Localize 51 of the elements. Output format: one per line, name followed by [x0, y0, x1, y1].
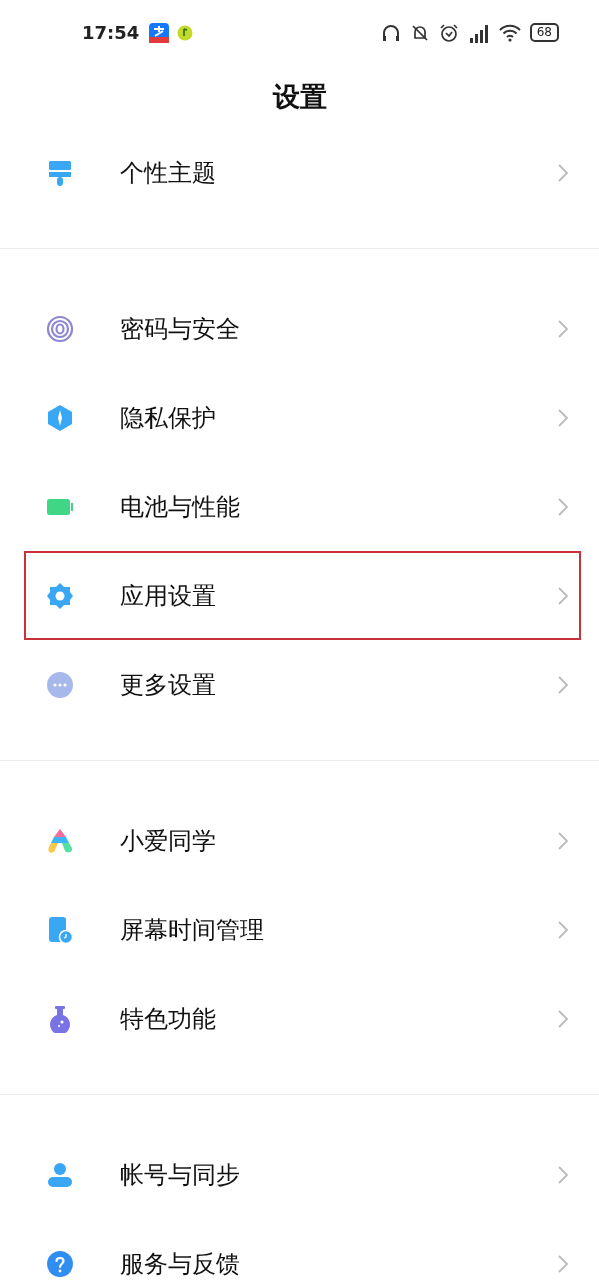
- help-icon: [46, 1249, 74, 1278]
- chevron-right-icon: [557, 496, 569, 517]
- item-label: 帐号与同步: [120, 1159, 241, 1191]
- bell-off-icon: [409, 22, 430, 43]
- settings-item[interactable]: 电池与性能: [24, 462, 581, 551]
- settings-item[interactable]: 特色功能: [24, 974, 581, 1063]
- settings-item[interactable]: 隐私保护: [24, 373, 581, 462]
- chevron-right-icon: [557, 407, 569, 428]
- highlighted-settings-item[interactable]: 应用设置: [24, 551, 581, 640]
- brush-icon: [46, 158, 74, 187]
- item-label: 电池与性能: [120, 491, 241, 523]
- item-label: 服务与反馈: [120, 1248, 241, 1280]
- more-icon: [46, 670, 74, 699]
- settings-item[interactable]: 屏幕时间管理: [24, 885, 581, 974]
- headphones-icon: [380, 22, 401, 43]
- chevron-right-icon: [557, 1008, 569, 1029]
- chevron-right-icon: [557, 585, 569, 606]
- wifi-icon: [498, 23, 521, 42]
- battery-level: 68: [529, 23, 559, 42]
- fingerprint-icon: [46, 314, 74, 343]
- settings-item[interactable]: 个性主题: [24, 128, 581, 217]
- alarm-icon: [438, 22, 459, 43]
- settings-item[interactable]: 小爱同学: [24, 796, 581, 885]
- chevron-right-icon: [557, 830, 569, 851]
- signal-icon: [467, 22, 490, 43]
- status-time: 17:54: [82, 22, 140, 43]
- gear-icon: [46, 581, 74, 610]
- item-label: 个性主题: [120, 157, 217, 189]
- settings-item[interactable]: 密码与安全: [24, 284, 581, 373]
- chevron-right-icon: [557, 919, 569, 940]
- item-label: 更多设置: [120, 669, 217, 701]
- item-label: 密码与安全: [120, 313, 241, 345]
- chevron-right-icon: [557, 1164, 569, 1185]
- chevron-right-icon: [557, 1253, 569, 1274]
- item-label: 隐私保护: [120, 402, 217, 434]
- chevron-right-icon: [557, 674, 569, 695]
- chevron-right-icon: [557, 318, 569, 339]
- item-label: 小爱同学: [120, 825, 217, 857]
- settings-item[interactable]: 帐号与同步: [24, 1130, 581, 1219]
- phone-clock-icon: [46, 915, 74, 944]
- chevron-right-icon: [557, 162, 569, 183]
- settings-item[interactable]: 服务与反馈: [24, 1219, 581, 1285]
- item-label: 特色功能: [120, 1003, 217, 1035]
- item-label: 屏幕时间管理: [120, 914, 265, 946]
- shield-icon: [46, 403, 74, 432]
- item-label: 应用设置: [120, 580, 217, 612]
- page-title: 设置: [272, 79, 327, 114]
- person-icon: [46, 1160, 74, 1189]
- app-notification-icon: [149, 22, 170, 43]
- music-notification-icon: [177, 24, 194, 41]
- settings-item[interactable]: 更多设置: [24, 640, 581, 729]
